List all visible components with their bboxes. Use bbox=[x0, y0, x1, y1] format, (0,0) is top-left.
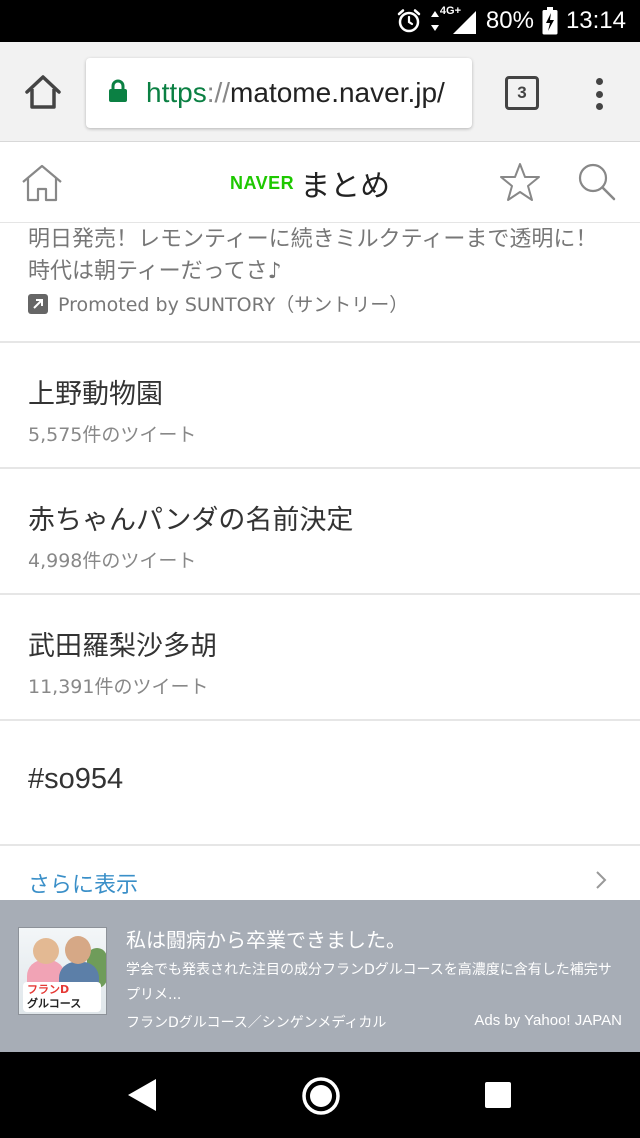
trend-tweet-count: 5,575件のツイート bbox=[28, 424, 197, 446]
trend-item[interactable]: #so954 bbox=[0, 721, 640, 846]
ad-image[interactable]: フランD グルコース bbox=[18, 927, 107, 1015]
promoted-sponsor-label: Promoted by SUNTORY（サントリー） bbox=[58, 294, 409, 316]
signal-icon: 4G+ bbox=[440, 6, 478, 35]
trend-item[interactable]: 赤ちゃんパンダの名前決定 4,998件のツイート bbox=[0, 470, 640, 595]
status-bar: 4G+ 80% 13:14 bbox=[0, 0, 640, 42]
promoted-sponsor: Promoted by SUNTORY（サントリー） bbox=[28, 290, 408, 317]
tab-switcher-button[interactable]: 3 bbox=[505, 76, 539, 110]
ad-banner[interactable]: フランD グルコース 私は闘病から卒業できました。 学会でも発表された注目の成分フ… bbox=[0, 900, 640, 1052]
promoted-arrow-icon bbox=[28, 293, 48, 314]
trend-tweet-count: 11,391件のツイート bbox=[28, 676, 209, 698]
ad-title: 私は闘病から卒業できました。 bbox=[126, 928, 406, 952]
star-icon[interactable] bbox=[498, 161, 542, 207]
logo-matome: まとめ bbox=[300, 169, 391, 204]
alarm-icon bbox=[396, 8, 422, 34]
browser-toolbar: https://matome.naver.jp/ 3 bbox=[0, 42, 640, 142]
lock-icon bbox=[108, 79, 128, 107]
logo-naver: NAVER bbox=[230, 172, 295, 193]
search-icon[interactable] bbox=[576, 161, 618, 207]
address-bar[interactable]: https://matome.naver.jp/ bbox=[86, 58, 472, 128]
browser-home-icon[interactable] bbox=[22, 72, 64, 114]
url-host: matome.naver.jp/ bbox=[230, 77, 445, 108]
recent-apps-icon[interactable] bbox=[485, 1082, 511, 1108]
show-more-link[interactable]: さらに表示 bbox=[0, 845, 640, 901]
data-arrows-icon bbox=[430, 9, 440, 33]
back-icon[interactable] bbox=[126, 1078, 158, 1116]
ad-description: 学会でも発表された注目の成分フランDグルコースを高濃度に含有した補完サプリメ..… bbox=[126, 962, 612, 1003]
url-text: https://matome.naver.jp/ bbox=[146, 77, 445, 109]
trend-title: 赤ちゃんパンダの名前決定 bbox=[28, 505, 354, 536]
site-header: NAVER まとめ bbox=[0, 143, 640, 223]
trend-title: #so954 bbox=[28, 763, 124, 795]
status-bar-right: 4G+ 80% 13:14 bbox=[396, 0, 626, 42]
url-separator: :// bbox=[206, 77, 231, 108]
chevron-right-icon bbox=[595, 869, 607, 895]
ad-image-label-product: グルコース bbox=[27, 997, 82, 1010]
site-logo[interactable]: NAVER まとめ bbox=[230, 161, 390, 205]
ad-advertiser: フランDグルコース／シンゲンメディカル bbox=[126, 1015, 387, 1031]
trend-tweet-count: 4,998件のツイート bbox=[28, 550, 197, 572]
overflow-menu-icon[interactable] bbox=[590, 76, 608, 112]
show-more-label: さらに表示 bbox=[28, 873, 139, 898]
ads-by-label[interactable]: Ads by Yahoo! JAPAN bbox=[474, 1012, 622, 1029]
promoted-text: 明日発売！レモンティーに続きミルクティーまで透明に！時代は朝ティーだってさ♪ bbox=[28, 227, 598, 284]
promoted-item[interactable]: 明日発売！レモンティーに続きミルクティーまで透明に！時代は朝ティーだってさ♪ P… bbox=[0, 224, 640, 343]
clock: 13:14 bbox=[565, 7, 626, 34]
site-home-icon[interactable] bbox=[20, 163, 64, 207]
battery-percent: 80% bbox=[485, 7, 534, 34]
home-circle-icon[interactable] bbox=[301, 1076, 341, 1120]
url-scheme: https bbox=[146, 77, 207, 108]
network-type: 4G+ bbox=[439, 5, 461, 17]
trend-title: 上野動物園 bbox=[28, 379, 163, 410]
battery-charging-icon bbox=[542, 7, 558, 35]
ad-image-label-brand: フランD bbox=[27, 983, 70, 996]
ad-image-label: フランD グルコース bbox=[23, 982, 101, 1012]
trend-title: 武田羅梨沙多胡 bbox=[28, 631, 217, 662]
system-nav-bar bbox=[0, 1052, 640, 1138]
trend-item[interactable]: 武田羅梨沙多胡 11,391件のツイート bbox=[0, 596, 640, 721]
trend-item[interactable]: 上野動物園 5,575件のツイート bbox=[0, 344, 640, 469]
